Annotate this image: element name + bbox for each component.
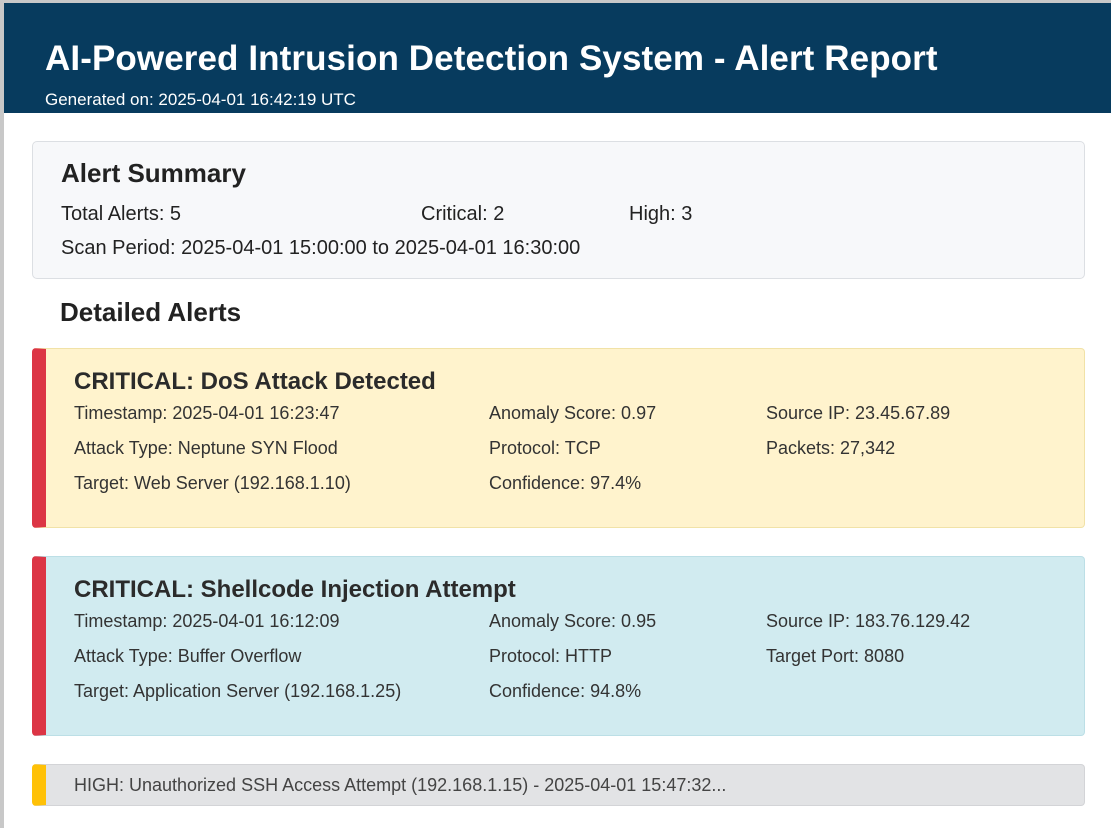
alert-collapsed-ssh[interactable]: HIGH: Unauthorized SSH Access Attempt (1… <box>32 764 1085 806</box>
alert-protocol: Protocol: HTTP <box>489 646 613 666</box>
summary-counts-row: Total Alerts: 5 Critical: 2 High: 3 <box>61 202 1056 226</box>
alert-target: Target: Application Server (192.168.1.25… <box>74 681 402 701</box>
alert-timestamp: Timestamp: 2025-04-01 16:12:09 <box>74 611 340 631</box>
scan-period-row: Scan Period: 2025-04-01 15:00:00 to 2025… <box>61 236 1056 260</box>
alert-source-ip: Source IP: 183.76.129.42 <box>766 611 971 631</box>
report-title: AI-Powered Intrusion Detection System - … <box>45 39 938 78</box>
high-count: High: 3 <box>629 203 693 225</box>
report-page: AI-Powered Intrusion Detection System - … <box>0 0 1111 828</box>
alert-confidence: Confidence: 94.8% <box>489 681 642 701</box>
alert-title: CRITICAL: Shellcode Injection Attempt <box>74 576 516 603</box>
alert-packets: Packets: 27,342 <box>766 438 896 458</box>
alert-attack-type: Attack Type: Buffer Overflow <box>74 646 302 666</box>
alert-card-shellcode[interactable]: CRITICAL: Shellcode Injection Attempt Ti… <box>32 556 1085 736</box>
alert-protocol: Protocol: TCP <box>489 438 601 458</box>
scan-period: Scan Period: 2025-04-01 15:00:00 to 2025… <box>61 237 581 259</box>
detailed-alerts-title: Detailed Alerts <box>60 297 242 327</box>
alert-anomaly-score: Anomaly Score: 0.95 <box>489 611 657 631</box>
alert-confidence: Confidence: 97.4% <box>489 473 642 493</box>
alert-card-dos[interactable]: CRITICAL: DoS Attack Detected Timestamp:… <box>32 348 1085 528</box>
total-alerts: Total Alerts: 5 <box>61 203 182 225</box>
collapsed-alert-text: HIGH: Unauthorized SSH Access Attempt (1… <box>74 775 727 795</box>
alert-target-port: Target Port: 8080 <box>766 646 905 666</box>
alert-summary-title: Alert Summary <box>61 158 246 188</box>
alert-details: Timestamp: 2025-04-01 16:12:09 Anomaly S… <box>74 610 1056 715</box>
generated-timestamp: Generated on: 2025-04-01 16:42:19 UTC <box>45 90 356 109</box>
alert-summary-panel: Alert Summary Total Alerts: 5 Critical: … <box>32 141 1085 279</box>
alert-title: CRITICAL: DoS Attack Detected <box>74 368 436 395</box>
alert-anomaly-score: Anomaly Score: 0.97 <box>489 403 657 423</box>
alert-timestamp: Timestamp: 2025-04-01 16:23:47 <box>74 403 340 423</box>
alert-attack-type: Attack Type: Neptune SYN Flood <box>74 438 338 458</box>
report-header: AI-Powered Intrusion Detection System - … <box>4 3 1111 113</box>
alert-source-ip: Source IP: 23.45.67.89 <box>766 403 951 423</box>
critical-count: Critical: 2 <box>421 203 505 225</box>
alert-target: Target: Web Server (192.168.1.10) <box>74 473 351 493</box>
alert-details: Timestamp: 2025-04-01 16:23:47 Anomaly S… <box>74 402 1056 507</box>
